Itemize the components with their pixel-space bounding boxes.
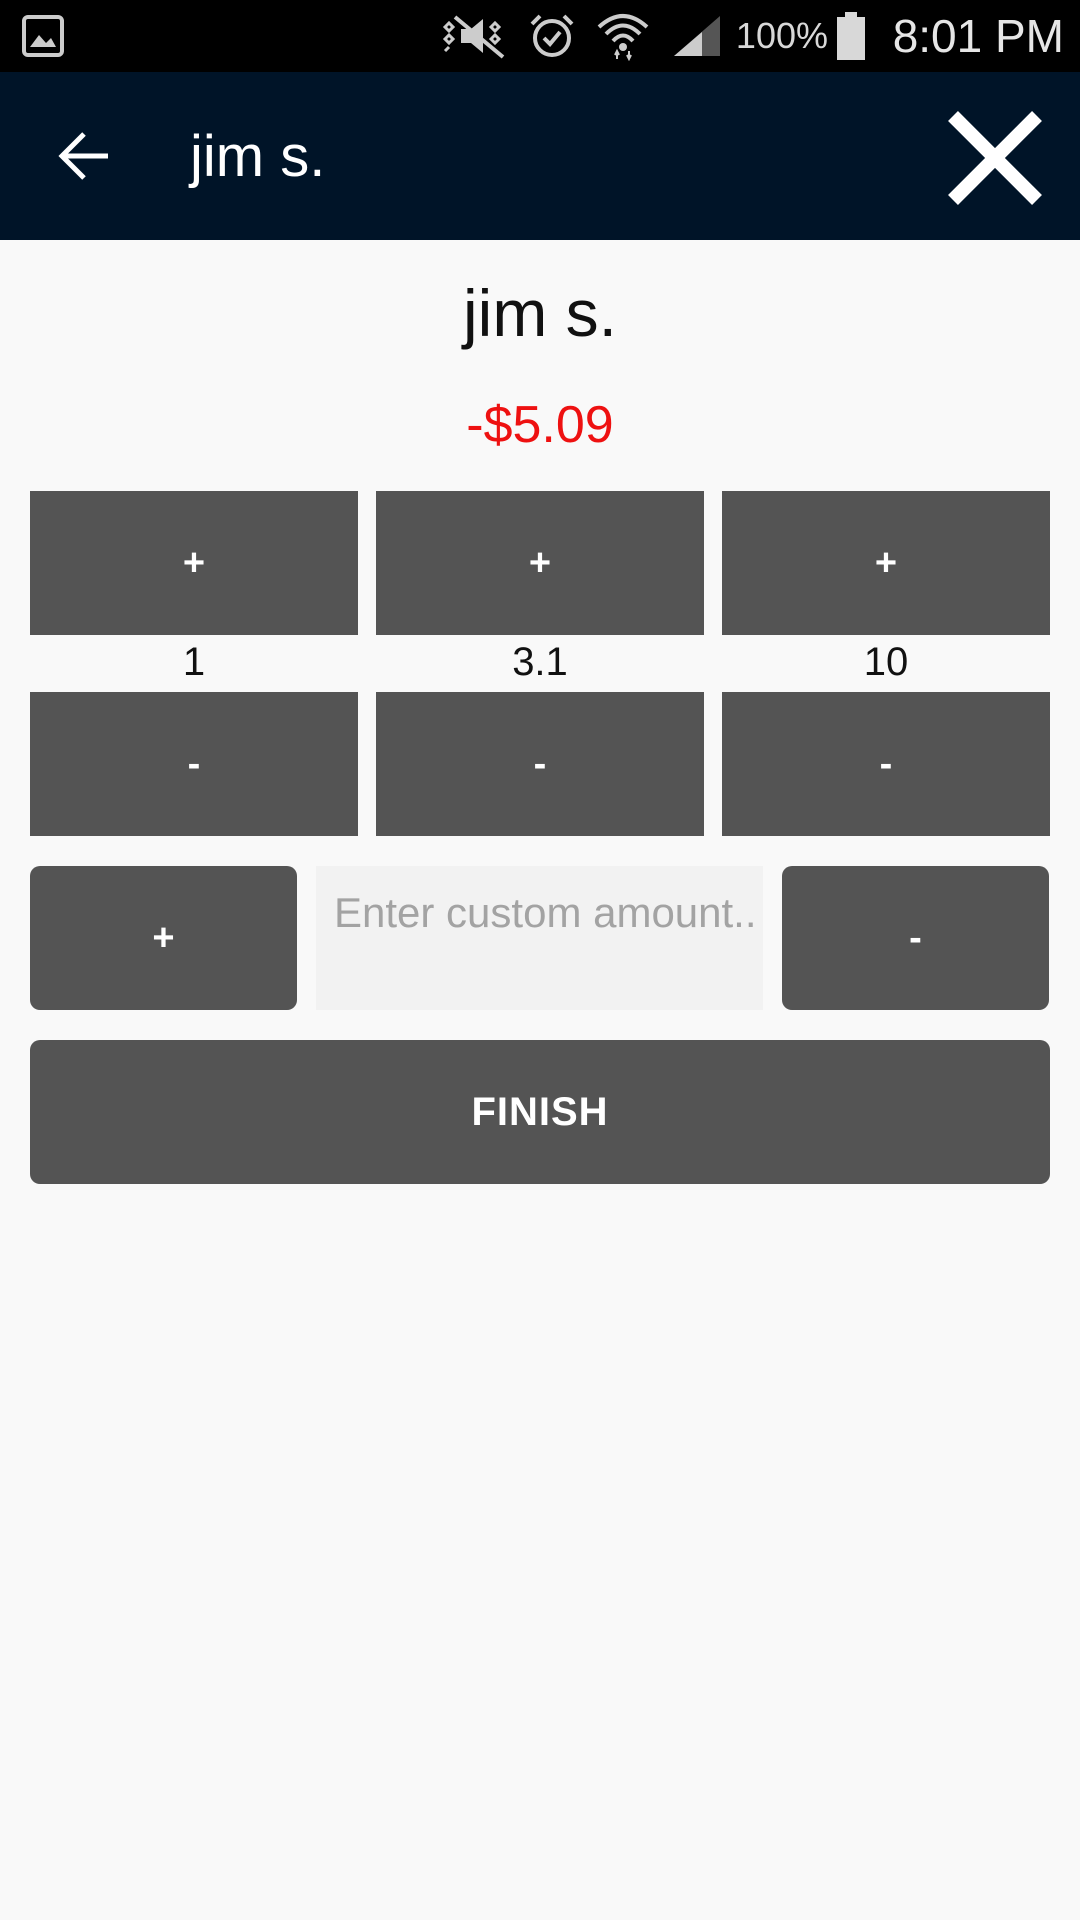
battery-percent: 100% <box>735 15 828 56</box>
status-bar: 100% 8:01 PM <box>0 0 1080 72</box>
person-name: jim s. <box>463 276 617 350</box>
close-icon <box>948 111 1042 205</box>
balance-amount: -$5.09 <box>466 396 614 454</box>
gallery-icon <box>18 0 68 72</box>
custom-add-button[interactable]: + <box>30 866 297 1010</box>
mute-icon <box>438 0 518 72</box>
battery-icon <box>834 0 868 72</box>
step-value-3-1: 3.1 <box>512 640 568 684</box>
step-value-10: 10 <box>863 640 909 684</box>
clock: 8:01 PM <box>892 10 1064 62</box>
close-button[interactable] <box>940 108 1050 208</box>
finish-button[interactable]: FINISH <box>30 1040 1050 1184</box>
increment-1-button[interactable]: + <box>30 491 358 635</box>
decrement-1-button[interactable]: - <box>30 692 358 836</box>
increment-10-button[interactable]: + <box>722 491 1050 635</box>
alarm-icon <box>524 0 580 72</box>
decrement-10-button[interactable]: - <box>722 692 1050 836</box>
app-bar: jim s. <box>0 72 1080 240</box>
custom-subtract-button[interactable]: - <box>782 866 1049 1010</box>
wifi-icon <box>594 0 652 72</box>
signal-icon <box>668 0 726 72</box>
page-title: jim s. <box>190 123 326 189</box>
increment-3-1-button[interactable]: + <box>376 491 704 635</box>
decrement-3-1-button[interactable]: - <box>376 692 704 836</box>
custom-amount-field <box>316 866 763 1010</box>
step-value-1: 1 <box>182 640 206 684</box>
arrow-left-icon <box>58 132 108 180</box>
back-button[interactable] <box>50 121 120 191</box>
custom-amount-input[interactable] <box>316 878 763 948</box>
